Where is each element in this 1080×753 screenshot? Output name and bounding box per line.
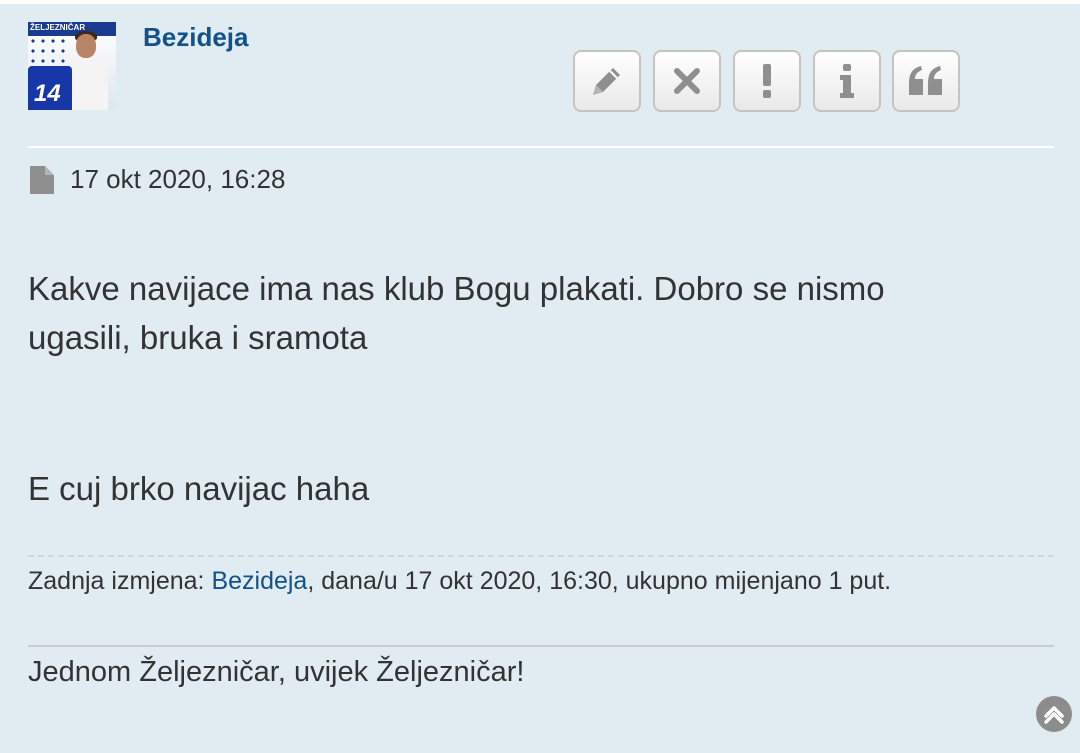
post-file-icon <box>30 166 54 194</box>
post-signature: Jednom Željezničar, uvijek Željezničar! <box>28 656 525 688</box>
chevron-up-icon <box>1044 706 1064 724</box>
pencil-icon <box>593 68 620 95</box>
post-container: ŽELJEZNIČAR 14 Bezideja 17 okt 2020, 16:… <box>0 0 1080 753</box>
exclamation-icon <box>763 64 771 98</box>
quote-icon <box>909 66 942 95</box>
edit-note-prefix: Zadnja izmjena: <box>28 567 212 595</box>
edit-note-user-link[interactable]: Bezideja <box>211 567 307 595</box>
report-button[interactable] <box>733 50 801 112</box>
edit-divider <box>28 555 1054 557</box>
avatar-pattern <box>28 36 68 66</box>
edit-button[interactable] <box>573 50 641 112</box>
delete-button[interactable] <box>653 50 721 112</box>
back-to-top-button[interactable] <box>1036 696 1072 732</box>
post-content-line: Kakve navijace ima nas klub Bogu plakati… <box>28 270 885 307</box>
avatar-jersey-number: 14 <box>34 80 61 107</box>
info-icon <box>840 64 854 98</box>
avatar-person-body <box>68 56 108 110</box>
post-content-line: E cuj brko navijac haha <box>28 470 370 507</box>
quote-button[interactable] <box>892 50 960 112</box>
post-content-line: ugasili, bruka i sramota <box>28 319 368 356</box>
close-icon <box>674 68 700 94</box>
info-button[interactable] <box>813 50 881 112</box>
header-divider <box>28 146 1054 148</box>
avatar[interactable]: ŽELJEZNIČAR 14 <box>28 22 116 110</box>
avatar-banner-text: ŽELJEZNIČAR <box>30 23 86 32</box>
post-author-link[interactable]: Bezideja <box>143 22 249 53</box>
avatar-person-head <box>76 34 96 58</box>
edit-note-suffix: , dana/u 17 okt 2020, 16:30, ukupno mije… <box>307 567 892 595</box>
signature-divider <box>28 645 1054 647</box>
edit-note: Zadnja izmjena: Bezideja, dana/u 17 okt … <box>28 567 891 596</box>
post-timestamp: 17 okt 2020, 16:28 <box>70 164 286 194</box>
